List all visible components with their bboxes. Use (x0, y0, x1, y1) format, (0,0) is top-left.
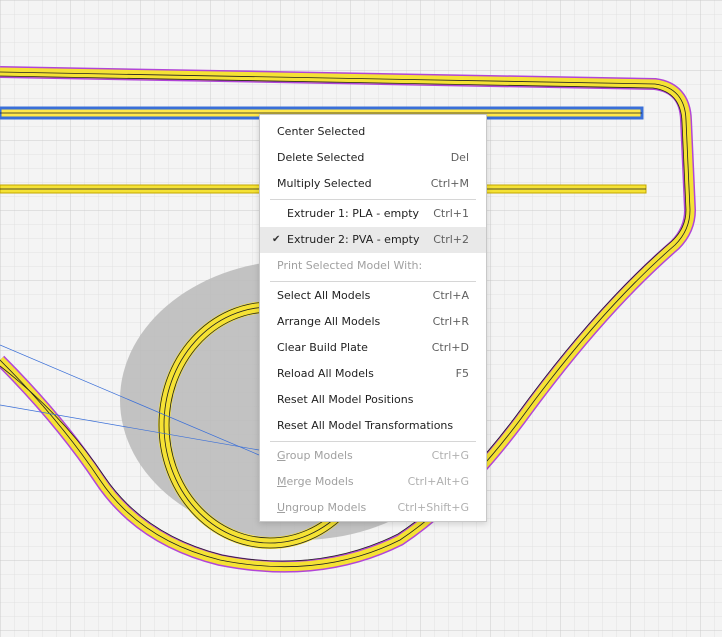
menu-item-label: Print Selected Model With: (277, 259, 423, 272)
menu-item-label: Group Models (277, 449, 353, 462)
menu-item-shortcut: Ctrl+Shift+G (397, 501, 469, 514)
menu-item-shortcut: Del (450, 151, 469, 164)
menu-item-label: Reset All Model Transformations (277, 419, 454, 432)
menu-item-multiply-selected[interactable]: Multiply Selected Ctrl+M (260, 171, 486, 197)
menu-item-shortcut: Ctrl+1 (433, 207, 469, 220)
menu-item-label: Ungroup Models (277, 501, 366, 514)
menu-item-label-rest: ngroup Models (285, 501, 367, 514)
menu-item-delete-selected[interactable]: Delete Selected Del (260, 145, 486, 171)
checkmark-icon: ✔ (272, 234, 281, 245)
menu-item-group-models: Group Models Ctrl+G (260, 443, 486, 469)
menu-item-merge-models: Merge Models Ctrl+Alt+G (260, 469, 486, 495)
menu-item-label: Multiply Selected (277, 177, 372, 190)
mnemonic-letter: G (277, 449, 286, 462)
menu-separator (270, 441, 476, 442)
menu-item-label-rest: roup Models (285, 449, 353, 462)
menu-item-reset-positions[interactable]: Reset All Model Positions (260, 387, 486, 413)
mnemonic-letter: M (277, 475, 287, 488)
menu-item-arrange-all-models[interactable]: Arrange All Models Ctrl+R (260, 309, 486, 335)
menu-item-shortcut: Ctrl+R (432, 315, 469, 328)
menu-item-shortcut: Ctrl+A (432, 289, 469, 302)
menu-item-label: Arrange All Models (277, 315, 381, 328)
menu-item-label: Center Selected (277, 125, 366, 138)
menu-item-clear-build-plate[interactable]: Clear Build Plate Ctrl+D (260, 335, 486, 361)
menu-item-shortcut: Ctrl+G (431, 449, 469, 462)
menu-item-shortcut: Ctrl+2 (433, 233, 469, 246)
menu-item-reload-all-models[interactable]: Reload All Models F5 (260, 361, 486, 387)
menu-item-select-all-models[interactable]: Select All Models Ctrl+A (260, 283, 486, 309)
menu-item-ungroup-models: Ungroup Models Ctrl+Shift+G (260, 495, 486, 521)
menu-separator (270, 199, 476, 200)
menu-item-shortcut: Ctrl+D (431, 341, 469, 354)
menu-item-extruder-2[interactable]: ✔ Extruder 2: PVA - empty Ctrl+2 (260, 227, 486, 253)
menu-item-label: Reset All Model Positions (277, 393, 414, 406)
menu-item-label: Merge Models (277, 475, 354, 488)
menu-separator (270, 281, 476, 282)
menu-item-print-selected-with: Print Selected Model With: (260, 253, 486, 279)
menu-item-center-selected[interactable]: Center Selected (260, 119, 486, 145)
mnemonic-letter: U (277, 501, 286, 514)
menu-item-label: Reload All Models (277, 367, 374, 380)
menu-item-shortcut: Ctrl+M (430, 177, 469, 190)
context-menu: Center Selected Delete Selected Del Mult… (259, 114, 487, 522)
menu-item-label: Clear Build Plate (277, 341, 368, 354)
menu-item-label: Delete Selected (277, 151, 365, 164)
menu-item-label: Select All Models (277, 289, 371, 302)
menu-item-label-rest: erge Models (286, 475, 354, 488)
menu-item-shortcut: F5 (455, 367, 469, 380)
menu-item-reset-transformations[interactable]: Reset All Model Transformations (260, 413, 486, 439)
menu-item-shortcut: Ctrl+Alt+G (407, 475, 469, 488)
menu-item-extruder-1[interactable]: Extruder 1: PLA - empty Ctrl+1 (260, 201, 486, 227)
menu-item-label: Extruder 2: PVA - empty (287, 233, 420, 246)
menu-item-label: Extruder 1: PLA - empty (287, 207, 420, 220)
